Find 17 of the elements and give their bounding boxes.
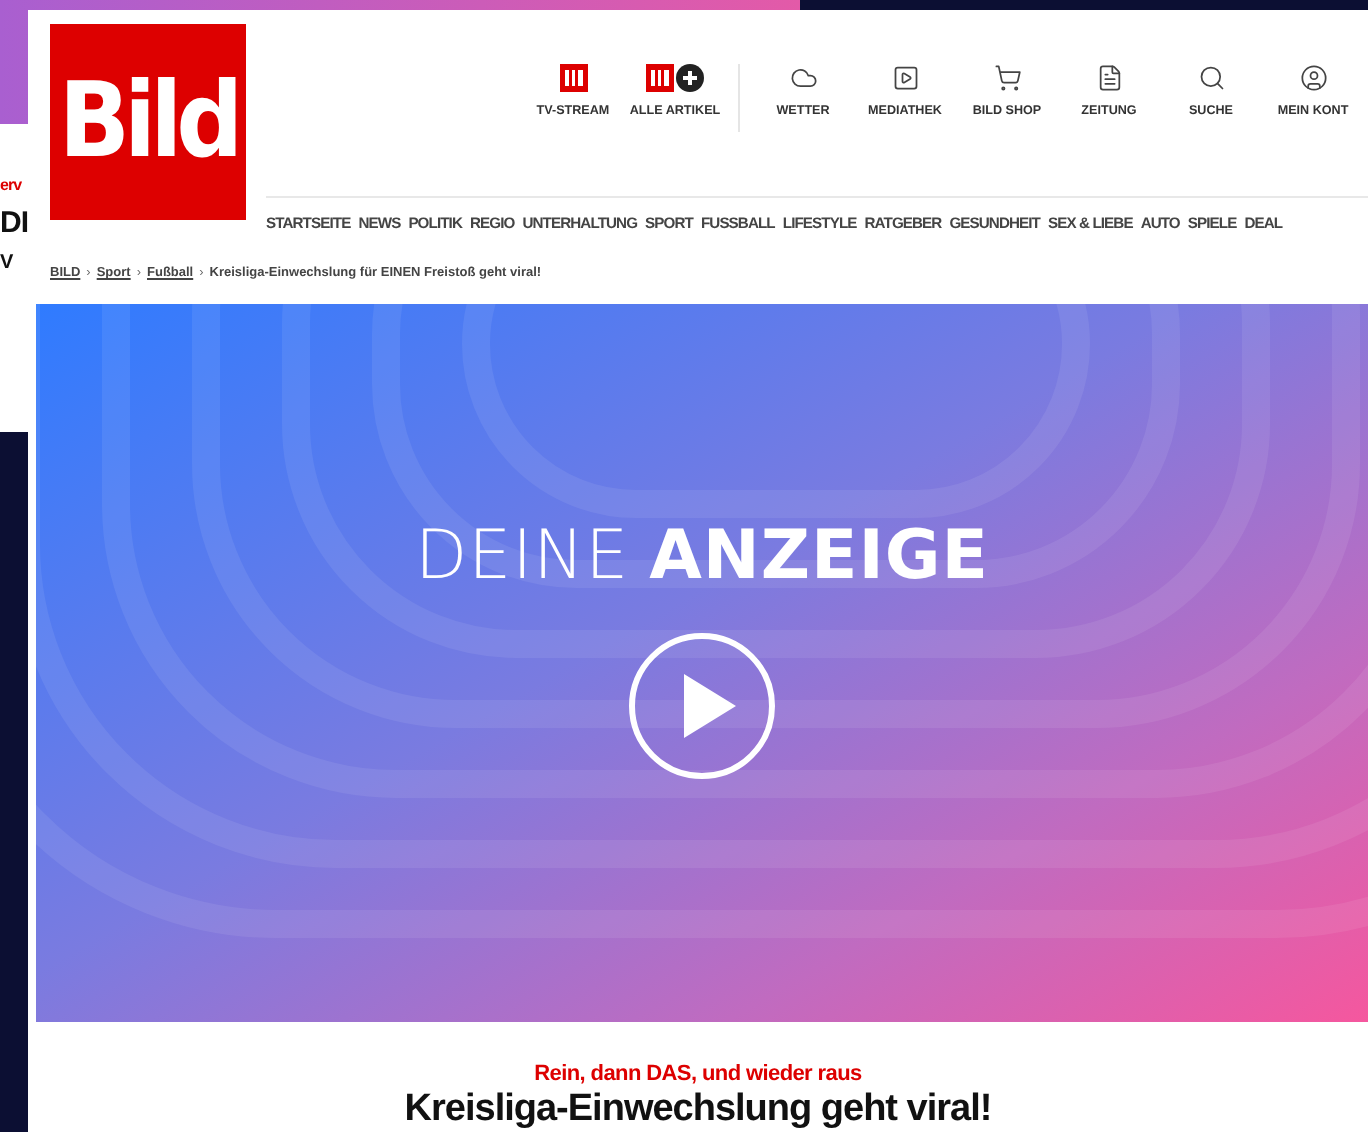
video-ad[interactable]: DEINE ANZEIGE bbox=[36, 304, 1368, 1022]
search-icon bbox=[1197, 64, 1225, 92]
cart-icon bbox=[993, 64, 1021, 92]
cloud-icon bbox=[789, 64, 817, 92]
text-fragment: V bbox=[0, 252, 13, 274]
ad-title: DEINE ANZEIGE bbox=[414, 515, 990, 596]
logo-plus-icon bbox=[645, 64, 705, 92]
bild-logo[interactable]: Bild bbox=[50, 24, 246, 220]
article-kicker: Rein, dann DAS, und wieder raus bbox=[534, 1062, 862, 1086]
play-icon bbox=[891, 64, 919, 92]
logo-icon bbox=[559, 64, 587, 92]
play-button-icon[interactable] bbox=[628, 631, 776, 780]
text-fragment: DI bbox=[0, 206, 28, 240]
document-icon bbox=[1095, 64, 1123, 92]
user-icon bbox=[1299, 64, 1327, 92]
text-fragment: erv bbox=[0, 176, 22, 194]
article-headline: Kreisliga-Einwechslung geht viral! bbox=[404, 1088, 992, 1132]
